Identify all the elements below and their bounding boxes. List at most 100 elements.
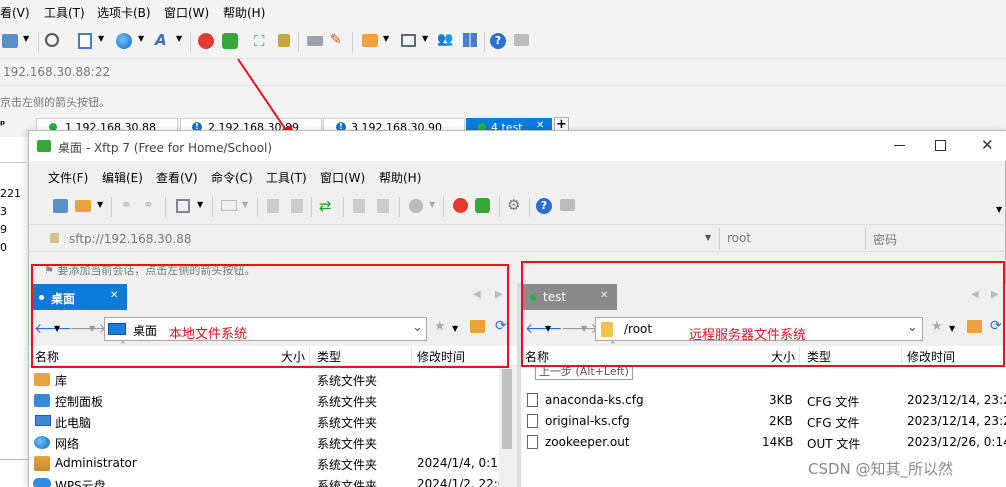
outer-menu-window[interactable]: 窗口(W): [164, 4, 209, 21]
local-scrollbar[interactable]: [499, 367, 515, 487]
library-icon: [34, 373, 50, 386]
minimize-icon[interactable]: [894, 145, 905, 146]
help-icon[interactable]: ?: [490, 33, 506, 49]
terminal-text: 9: [0, 223, 7, 236]
gear-icon[interactable]: ⚙: [507, 196, 520, 214]
new-session-icon[interactable]: [2, 34, 18, 48]
xftp-menu-view[interactable]: 查看(V): [156, 169, 198, 186]
outer-address-bar: 192.168.30.88:22: [0, 58, 1006, 86]
xftp-menu-edit[interactable]: 编辑(E): [102, 169, 143, 186]
xftp-menu-window[interactable]: 窗口(W): [320, 169, 365, 186]
dropdown-arrow-icon[interactable]: ▼: [97, 200, 103, 209]
xftp-address-input[interactable]: sftp://192.168.30.88: [69, 232, 192, 246]
dropdown-arrow-icon[interactable]: ▼: [98, 34, 104, 43]
terminal-text: 221: [0, 187, 21, 200]
xftp-titlebar: 桌面 - Xftp 7 (Free for Home/School) ✕: [29, 131, 1006, 161]
file-size: 2KB: [769, 414, 793, 428]
dropdown-arrow-icon[interactable]: ▼: [23, 34, 29, 43]
disconnect-icon: ⚭: [143, 198, 154, 213]
help-icon[interactable]: ?: [536, 198, 552, 214]
outer-address-text[interactable]: 192.168.30.88:22: [3, 65, 110, 79]
screen-icon: [221, 200, 237, 211]
globe-icon[interactable]: [116, 33, 132, 49]
xftp-menubar: 文件(F) 编辑(E) 查看(V) 命令(C) 工具(T) 窗口(W) 帮助(H…: [29, 165, 1006, 187]
dropdown-arrow-icon[interactable]: ▼: [138, 34, 144, 43]
file-name: zookeeper.out: [545, 435, 630, 449]
xftp-icon[interactable]: [222, 33, 238, 49]
dropdown-arrow-icon[interactable]: ▼: [422, 34, 428, 43]
list-item[interactable]: 库 系统文件夹: [29, 369, 499, 390]
outer-menu-tabs[interactable]: 选项卡(B): [97, 4, 151, 21]
toolbar-overflow-icon[interactable]: ▼: [996, 205, 1002, 214]
chat-icon[interactable]: [514, 34, 529, 46]
file-type: 系统文件夹: [317, 416, 378, 430]
pin-icon[interactable]: ᵖ: [0, 118, 5, 131]
highlighter-icon[interactable]: ✎: [330, 32, 342, 48]
xftp-menu-tools[interactable]: 工具(T): [266, 169, 307, 186]
xftp-app-icon: [37, 140, 51, 152]
file-icon: [527, 414, 538, 428]
xftp-window: 桌面 - Xftp 7 (Free for Home/School) ✕ 文件(…: [28, 130, 1006, 487]
file-type: CFG 文件: [807, 395, 860, 409]
lock-icon[interactable]: [278, 34, 290, 47]
control-panel-icon: [34, 394, 50, 407]
font-icon[interactable]: A: [155, 31, 167, 49]
xftp-window-title: 桌面 - Xftp 7 (Free for Home/School): [58, 141, 273, 155]
file-date: 2023/12/26, 0:14: [907, 435, 1006, 449]
outer-toolbar: ▼ ▼ ▼ A ▼ ⛶ ✎ ▼ ▼ 👥 ?: [0, 28, 1006, 83]
remote-pane: test ✕ ◀ ▶ 🡐 ▼ 🡒 ▼ /root ⌄ ★ ▼ ⟳ 远程服务器文件…: [521, 261, 1006, 487]
list-item[interactable]: 网络 系统文件夹: [29, 432, 499, 453]
xftp-icon[interactable]: [475, 198, 490, 213]
folder-plus-icon[interactable]: [362, 34, 378, 47]
close-window-icon[interactable]: ✕: [981, 136, 994, 154]
address-dropdown-icon[interactable]: ▼: [705, 233, 711, 242]
outer-hint: 京击左侧的箭头按钮。: [0, 96, 110, 109]
outer-menu-view[interactable]: 看(V): [0, 4, 30, 21]
computer-icon: [35, 415, 51, 426]
list-item[interactable]: 控制面板 系统文件夹: [29, 390, 499, 411]
sync-icon[interactable]: ⇄: [319, 197, 332, 215]
xshell-icon[interactable]: [453, 198, 468, 213]
dropdown-arrow-icon[interactable]: ▼: [197, 200, 203, 209]
file-name: 库: [55, 374, 68, 388]
new-session-icon[interactable]: [53, 199, 68, 213]
list-item[interactable]: anaconda-ks.cfg 3KB CFG 文件 2023/12/14, 2…: [521, 390, 1006, 411]
outer-menu-tools[interactable]: 工具(T): [44, 4, 85, 21]
xftp-menu-command[interactable]: 命令(C): [211, 169, 253, 186]
list-item[interactable]: zookeeper.out 14KB OUT 文件 2023/12/26, 0:…: [521, 432, 1006, 453]
search-icon[interactable]: [45, 33, 59, 47]
file-name: WPS云盘: [55, 479, 106, 487]
file-date: 2024/1/4, 0:15: [417, 456, 499, 470]
password-input[interactable]: 密码: [873, 231, 897, 248]
fullscreen-icon[interactable]: ⛶: [254, 32, 265, 50]
xftp-menu-help[interactable]: 帮助(H): [379, 169, 421, 186]
users-icon[interactable]: 👥: [437, 32, 453, 47]
layout-icon[interactable]: [401, 34, 416, 47]
list-item[interactable]: original-ks.cfg 2KB CFG 文件 2023/12/14, 2…: [521, 411, 1006, 432]
remote-pane-highlight: [521, 261, 1005, 367]
dropdown-arrow-icon[interactable]: ▼: [383, 34, 389, 43]
username-input[interactable]: root: [727, 231, 751, 245]
outer-scroll-icon: [0, 141, 26, 163]
terminal-text: 0: [0, 241, 7, 254]
tile-icon[interactable]: [463, 33, 477, 47]
dropdown-arrow-icon[interactable]: ▼: [176, 34, 182, 43]
chat-icon[interactable]: [560, 199, 575, 211]
list-item[interactable]: 此电脑 系统文件夹: [29, 411, 499, 432]
outer-menu-help[interactable]: 帮助(H): [223, 4, 265, 21]
file-name: 网络: [55, 437, 80, 451]
maximize-icon[interactable]: [935, 140, 946, 151]
xshell-icon[interactable]: [198, 33, 214, 49]
network-icon: [34, 436, 50, 449]
keyboard-icon[interactable]: [307, 36, 323, 46]
copy-icon[interactable]: [78, 33, 92, 49]
file-name: 控制面板: [55, 395, 104, 409]
watermark: CSDN @知其_所以然: [808, 460, 954, 478]
xftp-menu-file[interactable]: 文件(F): [48, 169, 88, 186]
new-icon[interactable]: [176, 199, 190, 213]
local-pane-highlight: [31, 264, 509, 368]
open-folder-icon[interactable]: [75, 200, 91, 212]
list-item[interactable]: WPS云盘 系统文件夹 2024/1/2, 22:0: [29, 474, 499, 487]
encoding-icon: [409, 199, 423, 213]
list-item[interactable]: Administrator 系统文件夹 2024/1/4, 0:15: [29, 453, 499, 474]
